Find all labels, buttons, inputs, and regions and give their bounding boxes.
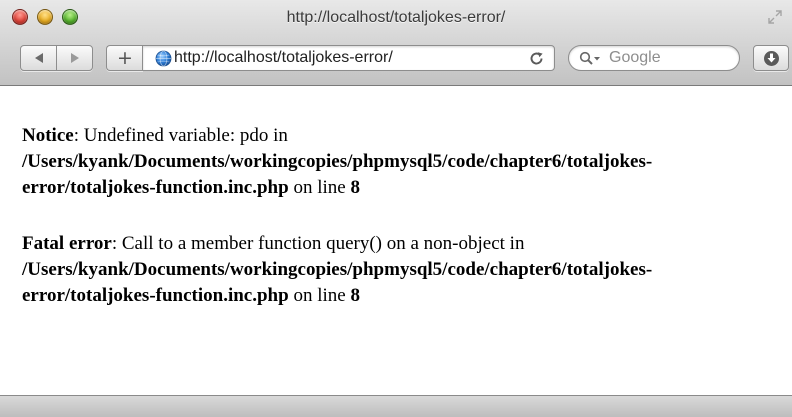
forward-arrow-icon: [70, 53, 79, 63]
globe-icon: [155, 50, 172, 67]
fatal-label: Fatal error: [22, 233, 112, 254]
fatal-text: : Call to a member function query() on a…: [111, 233, 525, 254]
notice-path-1: /Users/kyank/Documents/workingcopies/php…: [22, 151, 653, 172]
window-title: http://localhost/totaljokes-error/: [286, 9, 506, 26]
notice-on-line: on line: [288, 177, 351, 198]
notice-path-2: error/totaljokes-function.inc.php: [22, 177, 289, 198]
address-bar[interactable]: http://localhost/totaljokes-error/: [142, 45, 555, 71]
address-input[interactable]: http://localhost/totaljokes-error/: [174, 49, 393, 67]
back-forward-buttons: [20, 45, 93, 71]
fatal-path-line: /Users/kyank/Documents/workingcopies/php…: [22, 257, 792, 283]
notice-last-line: error/totaljokes-function.inc.php on lin…: [22, 175, 792, 201]
fatal-path-2: error/totaljokes-function.inc.php: [22, 285, 289, 306]
notice-path-line: /Users/kyank/Documents/workingcopies/php…: [22, 149, 792, 175]
search-field[interactable]: Google: [568, 45, 740, 71]
fatal-path-1: /Users/kyank/Documents/workingcopies/php…: [22, 259, 653, 280]
php-fatal-error-message: Fatal error: Call to a member function q…: [22, 231, 792, 309]
notice-line-number: 8: [350, 177, 360, 198]
back-button[interactable]: [21, 46, 56, 70]
search-input[interactable]: Google: [609, 49, 661, 67]
add-bookmark-button[interactable]: +: [106, 45, 143, 71]
php-notice-message: Notice: Undefined variable: pdo in /User…: [22, 123, 792, 201]
notice-text: : Undefined variable: pdo in: [73, 125, 288, 146]
status-bar: [0, 395, 792, 417]
notice-first-line: Notice: Undefined variable: pdo in: [22, 123, 792, 149]
download-icon: [763, 50, 779, 66]
title-bar[interactable]: http://localhost/totaljokes-error/: [0, 0, 792, 36]
search-icon: [579, 51, 600, 65]
fatal-on-line: on line: [288, 285, 351, 306]
fatal-last-line: error/totaljokes-function.inc.php on lin…: [22, 283, 792, 309]
notice-label: Notice: [22, 125, 74, 146]
forward-button[interactable]: [56, 46, 92, 70]
downloads-button[interactable]: [753, 45, 789, 71]
browser-chrome: http://localhost/totaljokes-error/ + htt…: [0, 0, 792, 86]
fullscreen-icon[interactable]: [768, 10, 782, 24]
page-content: Notice: Undefined variable: pdo in /User…: [0, 87, 792, 395]
back-arrow-icon: [34, 53, 43, 63]
reload-icon[interactable]: [529, 51, 544, 66]
browser-window: http://localhost/totaljokes-error/ + htt…: [0, 0, 792, 417]
fatal-first-line: Fatal error: Call to a member function q…: [22, 231, 792, 257]
fatal-line-number: 8: [350, 285, 360, 306]
